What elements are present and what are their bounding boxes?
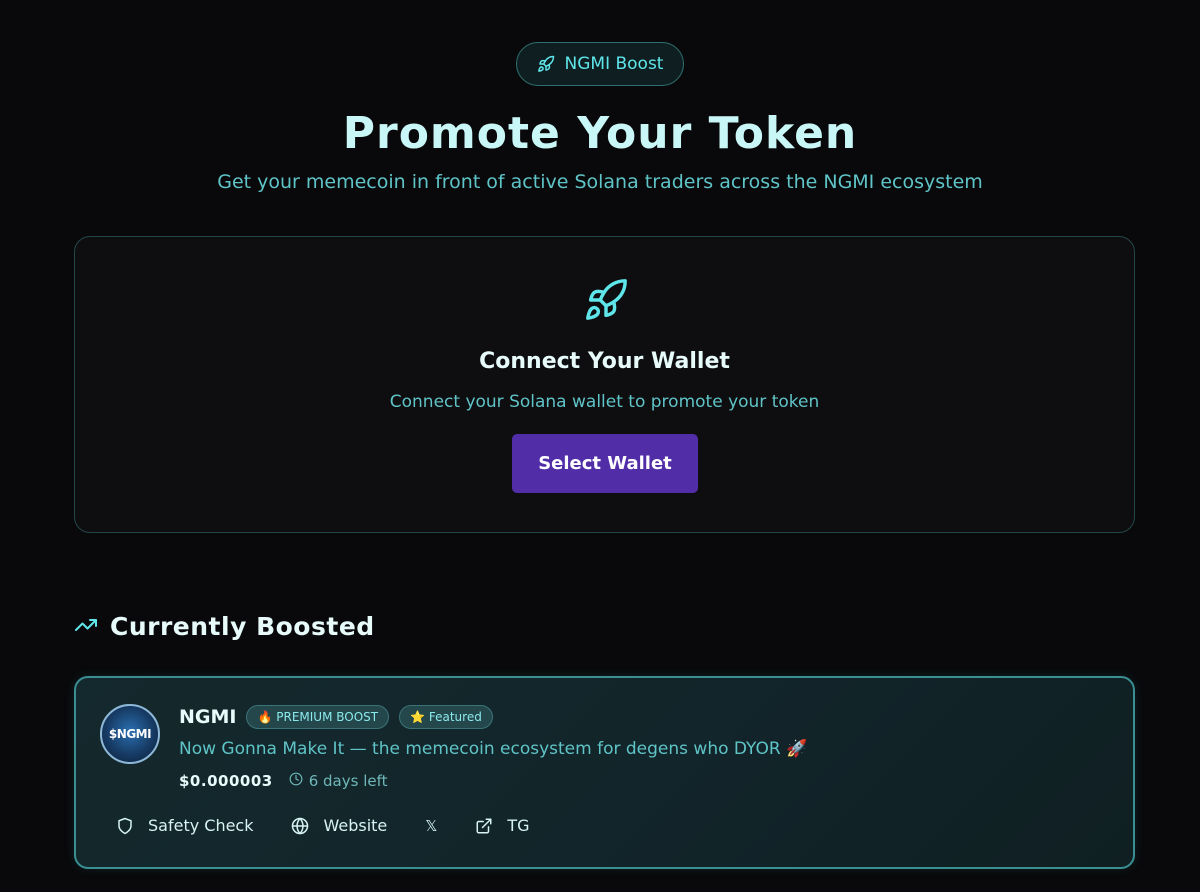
safety-check-label: Safety Check — [148, 816, 254, 835]
token-name: NGMI — [179, 706, 237, 728]
safety-check-link[interactable]: Safety Check — [116, 816, 253, 835]
ngmi-boost-badge: NGMI Boost — [515, 42, 685, 86]
website-link[interactable]: Website — [291, 816, 387, 835]
currently-boosted-header: Currently Boosted — [74, 612, 375, 641]
featured-badge: ⭐ Featured — [399, 705, 493, 729]
clock-icon — [289, 772, 303, 790]
token-links-row: Safety Check Website 𝕏 TG — [116, 816, 530, 835]
rocket-icon — [583, 277, 629, 323]
time-left: 6 days left — [289, 772, 388, 790]
page-subtitle: Get your memecoin in front of active Sol… — [217, 171, 983, 193]
website-label: Website — [323, 816, 388, 835]
rocket-icon — [537, 55, 555, 73]
shield-icon — [116, 817, 134, 835]
token-header-row: NGMI 🔥 PREMIUM BOOST ⭐ Featured — [179, 705, 493, 729]
external-link-icon — [475, 817, 493, 835]
connect-wallet-card: Connect Your Wallet Connect your Solana … — [74, 236, 1135, 533]
telegram-label: TG — [507, 816, 530, 835]
connect-wallet-description: Connect your Solana wallet to promote yo… — [389, 392, 820, 412]
boost-page: NGMI Boost Promote Your Token Get your m… — [0, 0, 1200, 892]
page-title: Promote Your Token — [342, 108, 858, 159]
token-price: $0.000003 — [179, 772, 273, 790]
telegram-link[interactable]: TG — [475, 816, 530, 835]
connect-wallet-title: Connect Your Wallet — [479, 349, 730, 374]
token-avatar: $NGMI — [100, 704, 160, 764]
globe-icon — [291, 817, 309, 835]
badge-wrap: NGMI Boost — [0, 42, 1200, 86]
x-link[interactable]: 𝕏 — [425, 817, 437, 835]
trending-up-icon — [74, 613, 98, 641]
token-meta-row: $0.000003 6 days left — [179, 772, 387, 790]
token-description: Now Gonna Make It — the memecoin ecosyst… — [179, 739, 808, 759]
time-left-label: 6 days left — [308, 772, 388, 790]
boosted-token-card[interactable]: $NGMI NGMI 🔥 PREMIUM BOOST ⭐ Featured No… — [74, 676, 1135, 869]
section-title: Currently Boosted — [110, 612, 375, 641]
badge-label: NGMI Boost — [564, 54, 664, 74]
x-logo-icon: 𝕏 — [425, 816, 438, 835]
select-wallet-button[interactable]: Select Wallet — [512, 434, 698, 493]
premium-boost-badge: 🔥 PREMIUM BOOST — [246, 705, 390, 729]
avatar-text: $NGMI — [108, 727, 152, 741]
